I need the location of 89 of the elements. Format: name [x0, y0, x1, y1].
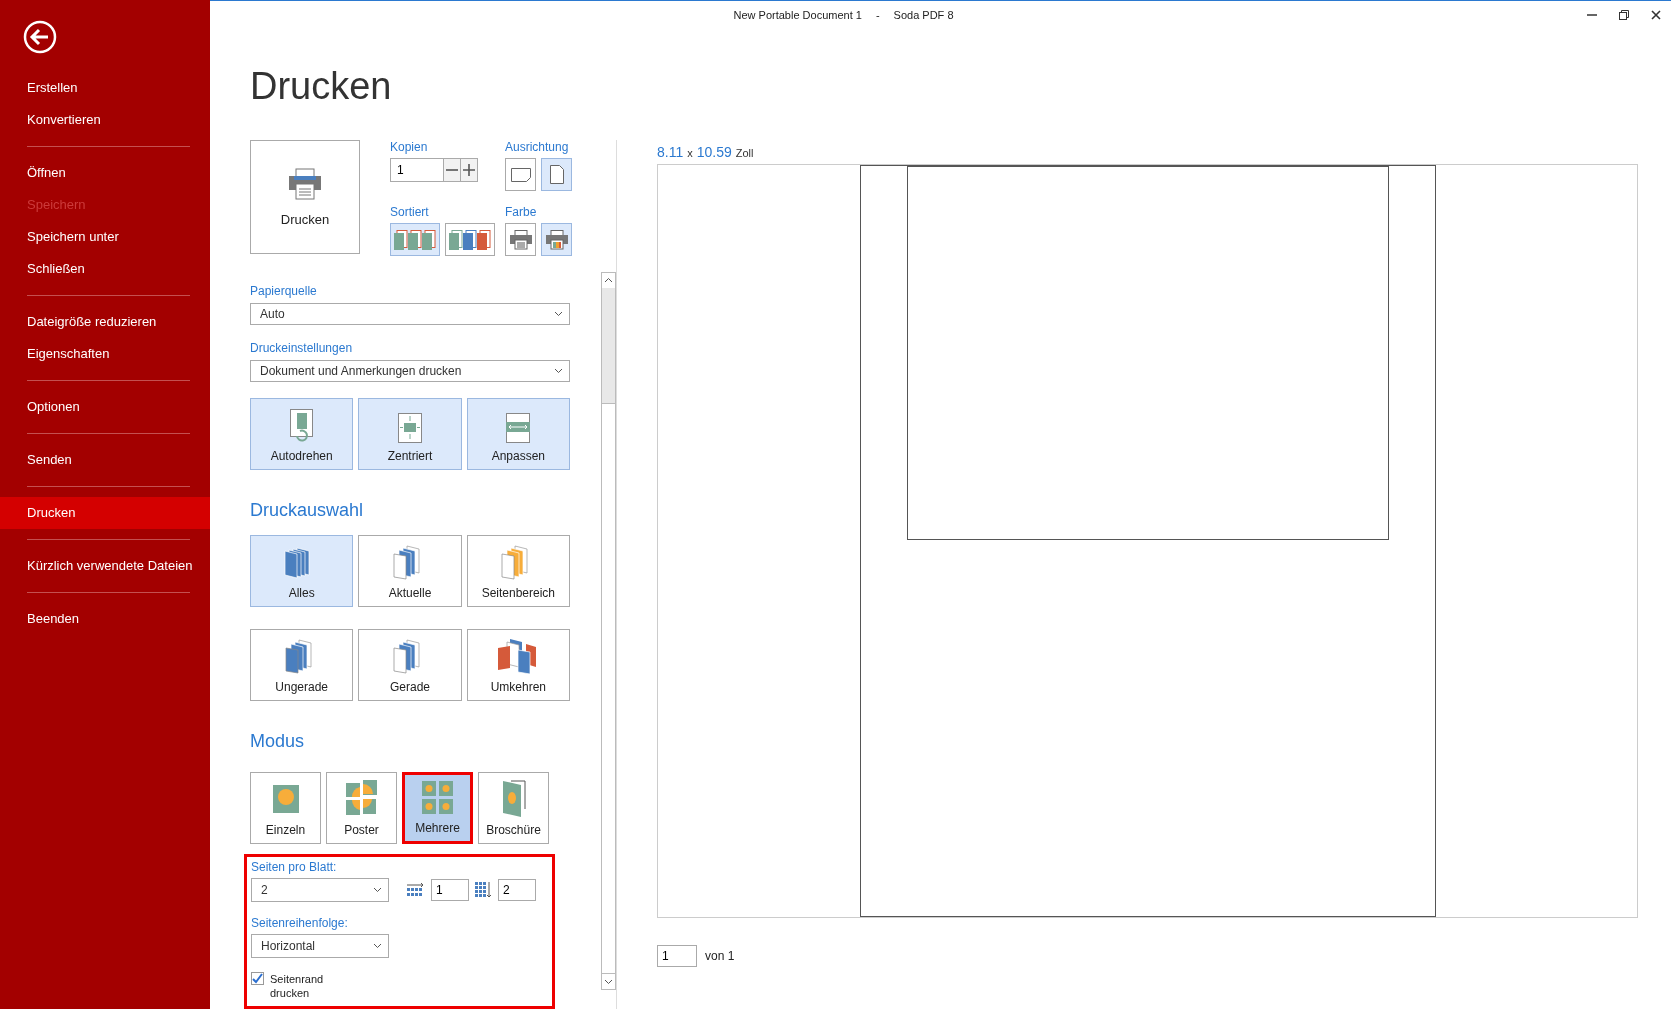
back-icon[interactable]	[23, 20, 57, 54]
four-pages-icon	[421, 781, 454, 815]
fit-width-icon	[504, 413, 533, 443]
page-order-label: Seitenreihenfolge:	[251, 916, 349, 930]
sidebar-item[interactable]: Schließen	[0, 253, 210, 285]
sidebar-item[interactable]: Senden	[0, 444, 210, 476]
title-separator: -	[875, 9, 880, 21]
sidebar-item[interactable]: Beenden	[0, 603, 210, 635]
print-range-button[interactable]: Aktuelle	[358, 535, 462, 607]
print-range-heading: Druckauswahl	[250, 500, 364, 521]
decrement-button[interactable]	[443, 159, 460, 181]
print-range-button[interactable]: Alles	[250, 535, 354, 607]
centered-page-icon	[396, 413, 424, 443]
orientation-label: Ausrichtung	[505, 140, 570, 154]
sidebar-item[interactable]: Konvertieren	[0, 104, 210, 136]
scroll-down-icon[interactable]	[604, 979, 613, 985]
page-title: Drucken	[250, 65, 393, 109]
mode-heading: Modus	[250, 731, 305, 752]
orientation-button[interactable]	[541, 158, 572, 191]
color-mode-button[interactable]	[541, 223, 572, 256]
copies-spin-box[interactable]: 1	[390, 158, 478, 182]
orientation-button[interactable]	[505, 158, 536, 191]
print-button[interactable]: Drucken	[250, 140, 360, 254]
portrait-page-icon	[549, 165, 564, 184]
sidebar-item[interactable]: Optionen	[0, 391, 210, 423]
print-range-button[interactable]: Umkehren	[466, 629, 570, 701]
page-order-dropdown[interactable]: Horizontal	[251, 934, 389, 958]
columns-field[interactable]: 1	[431, 879, 469, 901]
mode-button[interactable]: Poster	[326, 772, 397, 844]
close-icon[interactable]	[1651, 10, 1661, 20]
paper-source-label: Papierquelle	[250, 284, 317, 298]
color-label: Farbe	[505, 205, 538, 219]
fit-option-button[interactable]: Autodrehen	[250, 398, 354, 470]
fit-option-button[interactable]: Anpassen	[466, 398, 570, 470]
print-settings-label: Druckeinstellungen	[250, 341, 353, 355]
page-height: 10.59	[696, 144, 732, 160]
print-settings-dropdown[interactable]: Dokument und Anmerkungen drucken	[250, 360, 570, 382]
collate-button[interactable]	[445, 223, 495, 256]
poster-tiles-icon	[345, 779, 378, 817]
chevron-down-icon	[554, 368, 563, 374]
mode-button[interactable]: Mehrere	[402, 772, 473, 844]
scrollbar[interactable]	[601, 272, 616, 990]
pages-per-sheet-label: Seiten pro Blatt:	[251, 860, 338, 874]
sidebar-item[interactable]: Speichern unter	[0, 221, 210, 253]
sidebar-item[interactable]: Eigenschaften	[0, 338, 210, 370]
page-width: 8.11	[657, 144, 684, 160]
plus-icon	[463, 164, 475, 176]
unit-label: Zoll	[735, 147, 754, 159]
paper-source-dropdown[interactable]: Auto	[250, 303, 570, 325]
rows-field[interactable]: 2	[498, 879, 536, 901]
sidebar-item[interactable]: Öffnen	[0, 157, 210, 189]
pages-per-sheet-dropdown[interactable]: 2	[251, 878, 389, 902]
mode-button[interactable]: Einzeln	[250, 772, 321, 844]
landscape-page-icon	[510, 167, 531, 182]
chevron-down-icon	[554, 311, 563, 317]
collate-label: Sortiert	[390, 205, 430, 219]
printer-icon	[288, 167, 322, 200]
app-title: Soda PDF 8	[893, 9, 954, 21]
print-border-label: Seitenrand drucken	[270, 972, 325, 1000]
print-range-button[interactable]: Seitenbereich	[466, 535, 570, 607]
page-number-field[interactable]: 1	[657, 945, 697, 967]
increment-button[interactable]	[460, 159, 477, 181]
chevron-down-icon	[373, 943, 382, 949]
fit-option-button[interactable]: Zentriert	[358, 398, 462, 470]
times-sign: x	[687, 147, 693, 159]
booklet-icon	[500, 779, 527, 817]
print-range-button[interactable]: Gerade	[358, 629, 462, 701]
sidebar-item[interactable]: Erstellen	[0, 72, 210, 104]
rows-grid-icon	[475, 881, 492, 899]
rotate-page-icon	[287, 409, 316, 443]
collate-button[interactable]	[390, 223, 440, 256]
scroll-up-icon[interactable]	[604, 277, 613, 283]
sidebar-item[interactable]: Kürzlich verwendete Dateien	[0, 550, 210, 582]
page-sets-icon	[394, 229, 436, 250]
checkbox[interactable]	[251, 972, 264, 985]
document-title: New Portable Document 1	[733, 9, 862, 21]
printer-icon	[545, 229, 568, 250]
columns-grid-icon	[407, 883, 425, 897]
mode-button[interactable]: Broschüre	[478, 772, 549, 844]
restore-icon[interactable]	[1619, 10, 1629, 20]
sidebar-item[interactable]: Drucken	[0, 497, 210, 529]
chevron-down-icon	[373, 887, 382, 893]
printer-icon	[509, 229, 532, 250]
print-range-button[interactable]: Ungerade	[250, 629, 354, 701]
copies-label: Kopien	[390, 140, 429, 154]
sidebar-item[interactable]: Dateigröße reduzieren	[0, 306, 210, 338]
page-sets-icon	[449, 229, 491, 250]
page-count: von 1	[705, 949, 735, 963]
color-mode-button[interactable]	[505, 223, 536, 256]
